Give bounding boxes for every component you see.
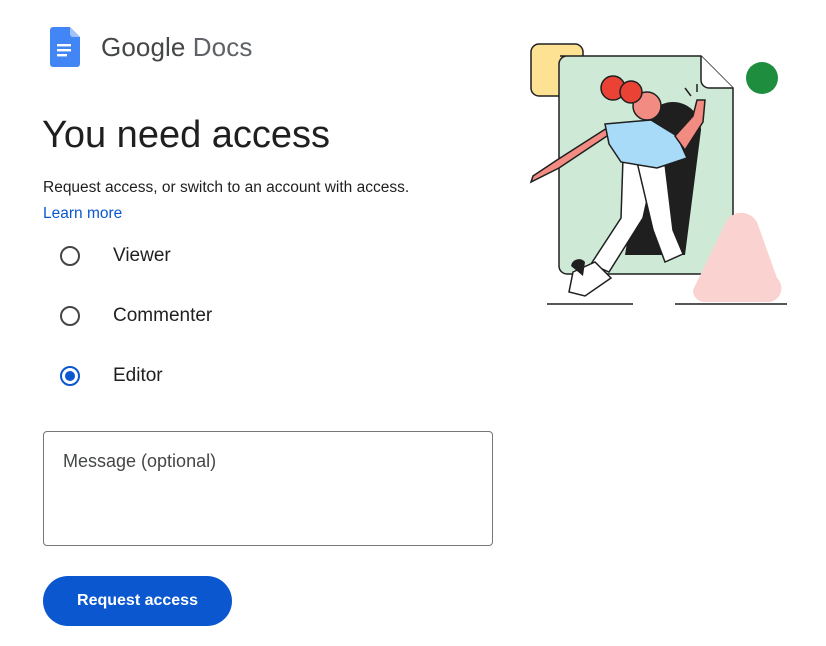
role-label: Editor [113, 365, 163, 386]
role-option-commenter[interactable]: Commenter [60, 303, 212, 329]
brand-header: Google Docs [50, 27, 252, 67]
role-option-viewer[interactable]: Viewer [60, 243, 171, 269]
role-option-editor[interactable]: Editor [60, 363, 163, 389]
commenter-radio[interactable] [60, 306, 80, 326]
access-request-page: Google Docs You need access Request acce… [0, 0, 826, 646]
brand-name: Google Docs [101, 27, 252, 67]
viewer-radio[interactable] [60, 246, 80, 266]
brand-google: Google [101, 32, 186, 62]
access-description: Request access, or switch to an account … [43, 179, 410, 196]
page-title: You need access [42, 114, 331, 156]
role-label: Commenter [113, 305, 213, 326]
person-walking-into-document-illustration [529, 43, 787, 305]
role-label: Viewer [113, 245, 171, 266]
editor-radio[interactable] [60, 366, 80, 386]
google-docs-icon [50, 27, 80, 67]
brand-docs: Docs [192, 32, 253, 62]
message-field[interactable] [43, 431, 493, 546]
learn-more-link[interactable]: Learn more [43, 204, 122, 224]
request-access-button[interactable]: Request access [43, 576, 232, 626]
